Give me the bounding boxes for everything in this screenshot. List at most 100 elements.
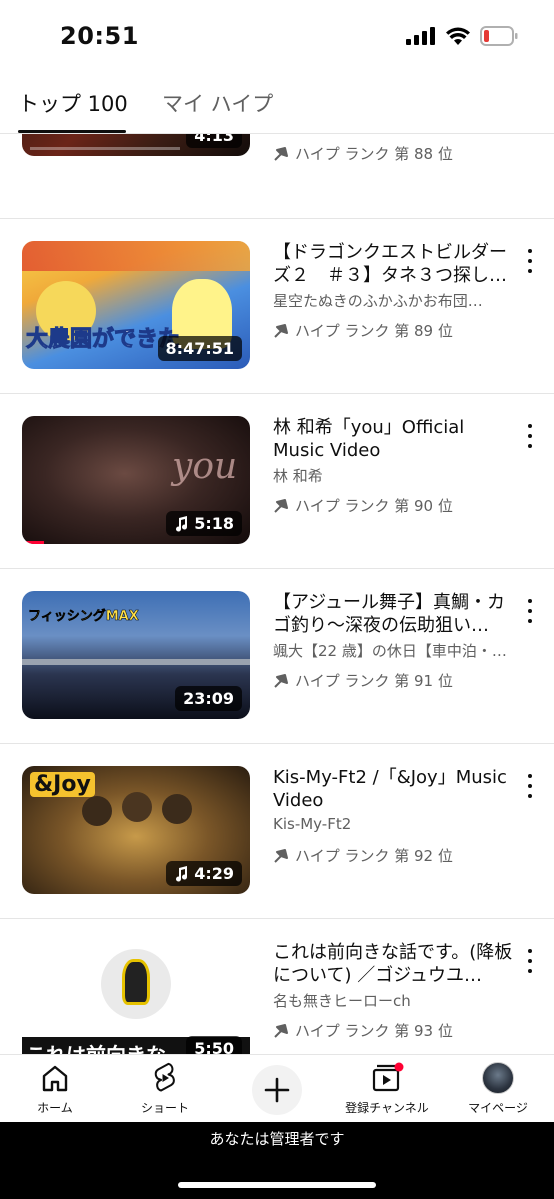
cellular-signal-icon	[406, 27, 435, 45]
avatar	[482, 1062, 514, 1094]
video-list[interactable]: 4:13 ハイプ ランク 第 88 位 大農園ができた 8:47:51 【ドラゴ…	[0, 134, 554, 1054]
admin-banner: あなたは管理者です	[0, 1122, 554, 1199]
admin-banner-text: あなたは管理者です	[209, 1130, 345, 1148]
channel-name[interactable]: 林 和希	[273, 465, 513, 486]
duration-label: 4:13	[194, 134, 234, 145]
thumbnail-caption: これは前向きな	[26, 1039, 166, 1054]
video-duration: 8:47:51	[157, 336, 242, 361]
hype-rank-label: ハイプ ランク 第 88 位	[295, 145, 453, 163]
video-duration: 5:18	[166, 511, 242, 536]
video-title[interactable]: 【ドラゴンクエストビルダーズ２ ＃３】タネ３つ探し…	[273, 241, 513, 287]
hype-icon	[274, 498, 288, 513]
status-bar: 20:51	[0, 0, 554, 72]
more-options-icon[interactable]	[524, 774, 536, 798]
shorts-icon	[154, 1062, 175, 1092]
hype-rank-label: ハイプ ランク 第 93 位	[295, 1022, 453, 1040]
list-item[interactable]: you 5:18 林 和希「you」Official Music Video 林…	[0, 394, 554, 569]
video-duration: 4:29	[166, 861, 242, 886]
active-tab-indicator	[18, 130, 126, 133]
nav-subscriptions[interactable]: 登録チャンネル	[337, 1061, 437, 1116]
channel-name[interactable]: 星空たぬきのふかふかお布団…	[273, 290, 513, 311]
hype-rank: ハイプ ランク 第 88 位	[273, 143, 453, 164]
hype-rank: ハイプ ランク 第 92 位	[273, 845, 453, 866]
nav-shorts[interactable]: ショート	[115, 1061, 215, 1116]
hype-icon	[274, 146, 288, 161]
player-scrub-bar	[30, 147, 180, 150]
channel-name[interactable]: 名も無きヒーローch	[273, 990, 513, 1011]
duration-label: 4:29	[194, 864, 234, 883]
home-icon	[42, 1065, 68, 1092]
status-icons	[406, 26, 518, 46]
hype-rank-label: ハイプ ランク 第 90 位	[295, 497, 453, 515]
bottom-navigation: ホーム ショート 登録チャンネル マイページ	[0, 1054, 554, 1122]
thumbnail-caption: you	[172, 446, 238, 487]
bridge-railing	[22, 659, 250, 665]
plus-icon	[264, 1077, 290, 1103]
hype-icon	[274, 1023, 288, 1038]
status-time: 20:51	[60, 22, 139, 50]
more-options-icon[interactable]	[524, 424, 536, 448]
nav-home-label: ホーム	[37, 1101, 73, 1115]
thumbnail-banner	[22, 241, 250, 271]
hype-rank: ハイプ ランク 第 89 位	[273, 320, 453, 341]
thumbnail-caption: フィッシングMAX	[28, 609, 139, 625]
person-figure	[162, 794, 192, 824]
watch-progress-bar	[22, 541, 44, 544]
list-item[interactable]: 4:13 ハイプ ランク 第 88 位	[0, 134, 554, 181]
person-figure	[122, 792, 152, 822]
more-options-icon[interactable]	[524, 949, 536, 973]
hype-rank: ハイプ ランク 第 91 位	[273, 670, 453, 691]
list-item[interactable]: 大農園ができた 8:47:51 【ドラゴンクエストビルダーズ２ ＃３】タネ３つ探…	[0, 219, 554, 394]
hype-rank: ハイプ ランク 第 93 位	[273, 1020, 453, 1041]
duration-label: 23:09	[183, 689, 234, 708]
hype-icon	[274, 848, 288, 863]
channel-name[interactable]: Kis-My-Ft2	[273, 815, 513, 833]
channel-name[interactable]: 颯大【22 歳】の休日【車中泊・…	[273, 640, 513, 661]
nav-shorts-label: ショート	[140, 1101, 189, 1115]
video-thumbnail[interactable]: フィッシングMAX 23:09	[22, 591, 250, 719]
wifi-icon	[446, 27, 470, 45]
video-thumbnail[interactable]: 大農園ができた 8:47:51	[22, 241, 250, 369]
video-title[interactable]: 林 和希「you」Official Music Video	[273, 416, 513, 462]
hype-rank-label: ハイプ ランク 第 92 位	[295, 847, 453, 865]
subscriptions-icon	[372, 1062, 404, 1092]
video-thumbnail[interactable]: you 5:18	[22, 416, 250, 544]
duration-label: 5:18	[194, 514, 234, 533]
more-options-icon[interactable]	[524, 249, 536, 273]
hype-rank-label: ハイプ ランク 第 91 位	[295, 672, 453, 690]
more-options-icon[interactable]	[524, 599, 536, 623]
hype-rank-label: ハイプ ランク 第 89 位	[295, 322, 453, 340]
list-item[interactable]: これは前向きな 5:50 これは前向きな話です。(降板について) ／ゴジュウユ……	[0, 919, 554, 1054]
hype-rank: ハイプ ランク 第 90 位	[273, 495, 453, 516]
music-note-icon	[176, 515, 188, 532]
video-duration: 23:09	[175, 686, 242, 711]
list-item[interactable]: &Joy 4:29 Kis-My-Ft2 /「&Joy」Music Video …	[0, 744, 554, 919]
tab-top-100[interactable]: トップ 100	[18, 88, 128, 118]
video-title[interactable]: Kis-My-Ft2 /「&Joy」Music Video	[273, 766, 513, 812]
nav-subscriptions-label: 登録チャンネル	[345, 1101, 429, 1115]
hero-helmet	[122, 959, 150, 1005]
hype-icon	[274, 323, 288, 338]
home-indicator[interactable]	[178, 1182, 376, 1188]
video-thumbnail[interactable]: &Joy 4:29	[22, 766, 250, 894]
video-thumbnail[interactable]: 4:13	[22, 134, 250, 156]
video-duration: 4:13	[186, 134, 242, 148]
duration-label: 5:50	[194, 1039, 234, 1054]
duration-label: 8:47:51	[165, 339, 234, 358]
thumbnail-caption: 大農園ができた	[25, 327, 181, 353]
video-duration: 5:50	[186, 1036, 242, 1054]
thumbnail-caption: &Joy	[30, 772, 95, 797]
tab-my-hype[interactable]: マイ ハイプ	[162, 88, 273, 118]
nav-my-page[interactable]: マイページ	[448, 1061, 548, 1116]
hype-icon	[274, 673, 288, 688]
nav-home[interactable]: ホーム	[5, 1061, 105, 1116]
create-button[interactable]	[252, 1065, 302, 1115]
battery-low-icon	[480, 26, 518, 46]
nav-my-page-label: マイページ	[468, 1101, 528, 1115]
video-title[interactable]: これは前向きな話です。(降板について) ／ゴジュウユ…	[273, 941, 513, 987]
video-thumbnail[interactable]: これは前向きな 5:50	[22, 941, 250, 1054]
video-title[interactable]: 【アジュール舞子】真鯛・カゴ釣り〜深夜の伝助狙い…	[273, 591, 513, 637]
list-item[interactable]: フィッシングMAX 23:09 【アジュール舞子】真鯛・カゴ釣り〜深夜の伝助狙い…	[0, 569, 554, 744]
music-note-icon	[176, 865, 188, 882]
tab-bar: トップ 100 マイ ハイプ	[0, 72, 554, 134]
